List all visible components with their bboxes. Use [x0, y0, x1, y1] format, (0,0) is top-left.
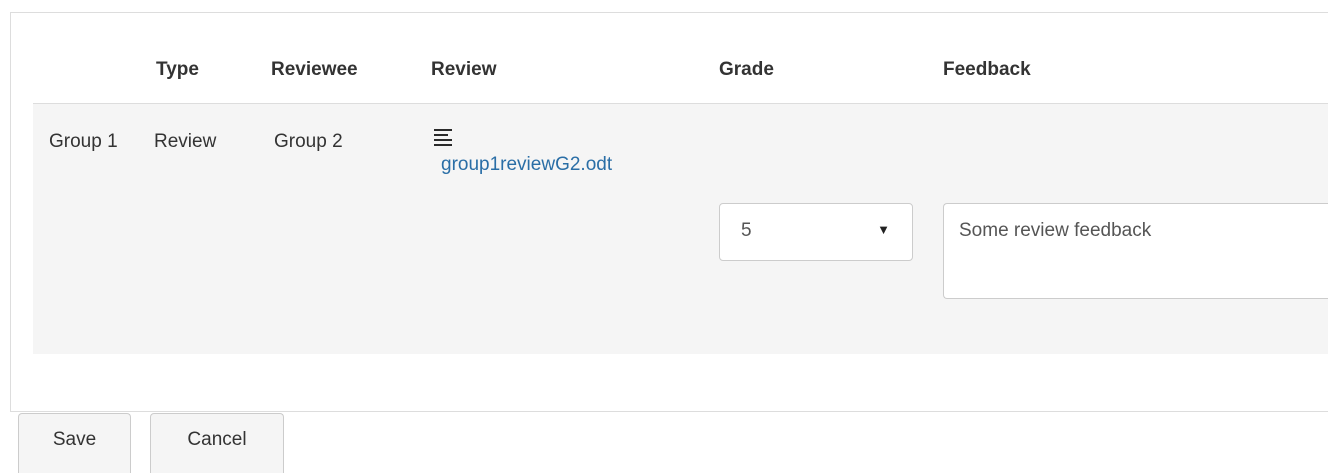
- grade-selected-value: 5: [741, 220, 752, 241]
- review-panel: Type Reviewee Review Grade Feedback Grou…: [10, 12, 1328, 412]
- table-header: Type Reviewee Review Grade Feedback: [33, 13, 1328, 104]
- header-reviewee: Reviewee: [271, 59, 358, 80]
- grade-select[interactable]: 5 ▼: [719, 203, 913, 261]
- feedback-textarea[interactable]: Some review feedback: [943, 203, 1328, 299]
- cancel-button[interactable]: Cancel: [150, 413, 284, 473]
- review-file-link[interactable]: group1reviewG2.odt: [441, 154, 612, 176]
- caret-down-icon: ▼: [877, 222, 890, 237]
- cell-reviewee: Group 2: [274, 131, 343, 152]
- header-type: Type: [156, 59, 199, 80]
- header-feedback: Feedback: [943, 59, 1031, 80]
- save-button[interactable]: Save: [18, 413, 131, 473]
- feedback-text: Some review feedback: [959, 220, 1152, 241]
- header-review: Review: [431, 59, 497, 80]
- table-row: Group 1 Review Group 2 group1reviewG2.od…: [33, 104, 1328, 354]
- header-grade: Grade: [719, 59, 774, 80]
- document-lines-icon: [434, 129, 452, 146]
- cell-type: Review: [154, 131, 217, 152]
- cell-group: Group 1: [49, 131, 118, 152]
- review-table: Type Reviewee Review Grade Feedback Grou…: [33, 13, 1328, 354]
